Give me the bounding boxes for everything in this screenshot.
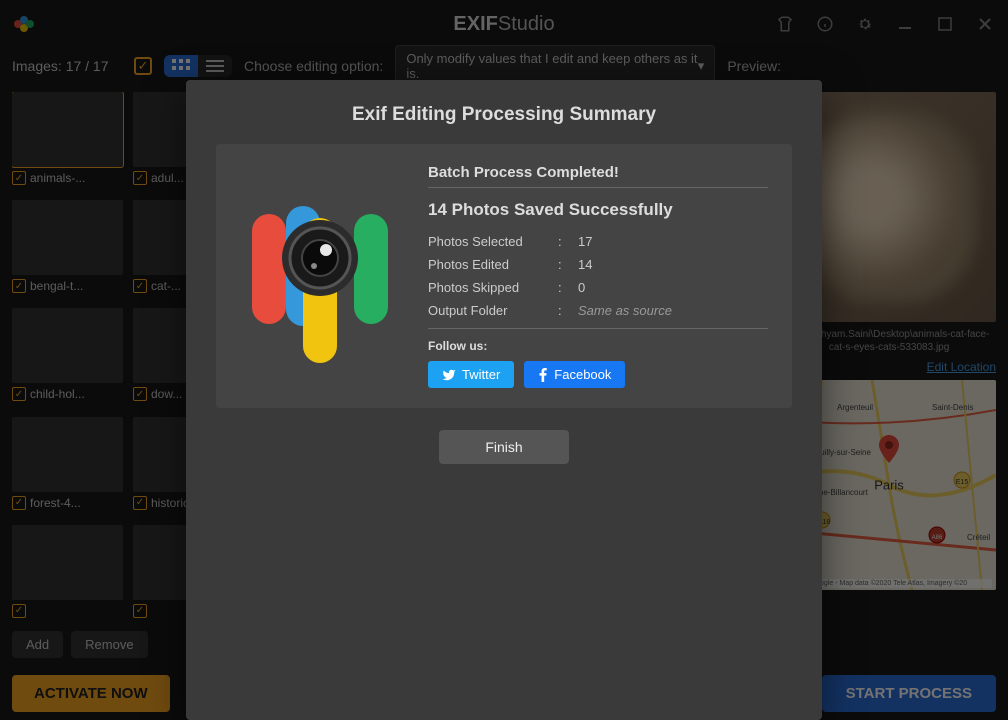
twitter-button[interactable]: Twitter — [428, 361, 514, 388]
batch-completed-text: Batch Process Completed! — [428, 164, 768, 188]
stat-skipped-label: Photos Skipped — [428, 280, 558, 295]
stat-selected-value: 17 — [578, 234, 768, 249]
facebook-button[interactable]: Facebook — [524, 361, 625, 388]
stat-edited-label: Photos Edited — [428, 257, 558, 272]
summary-modal: Exif Editing Processing Summary Batch Pr… — [186, 80, 822, 720]
follow-us-label: Follow us: — [428, 339, 768, 353]
modal-title: Exif Editing Processing Summary — [216, 104, 792, 126]
modal-overlay: Exif Editing Processing Summary Batch Pr… — [0, 0, 1008, 720]
stat-edited-value: 14 — [578, 257, 768, 272]
stat-selected-label: Photos Selected — [428, 234, 558, 249]
modal-logo — [240, 164, 400, 388]
stat-output-value: Same as source — [578, 303, 768, 318]
stat-skipped-value: 0 — [578, 280, 768, 295]
stat-output-label: Output Folder — [428, 303, 558, 318]
photos-saved-text: 14 Photos Saved Successfully — [428, 200, 768, 220]
finish-button[interactable]: Finish — [439, 430, 569, 464]
